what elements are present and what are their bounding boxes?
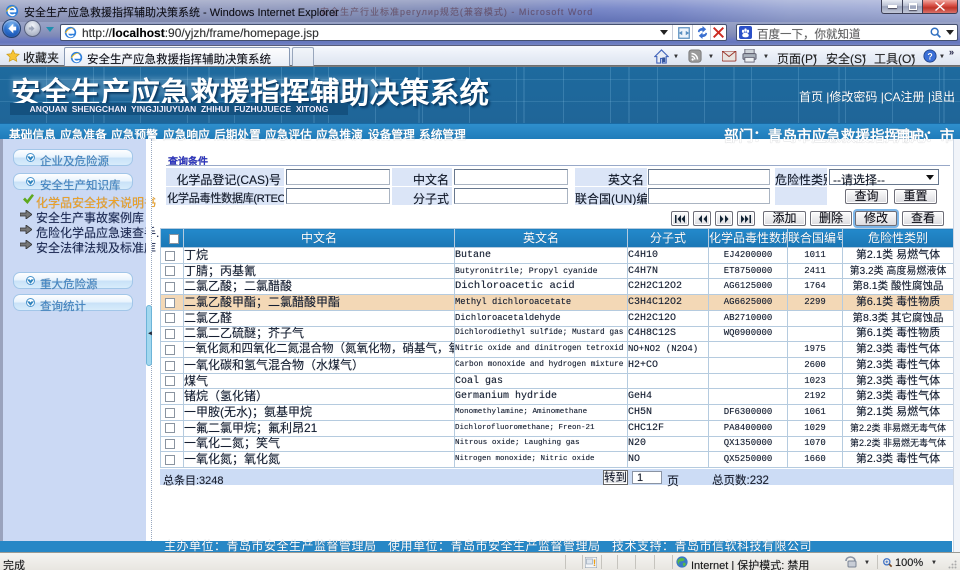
- svg-text:?: ?: [927, 52, 932, 62]
- svg-text:!: !: [593, 558, 596, 568]
